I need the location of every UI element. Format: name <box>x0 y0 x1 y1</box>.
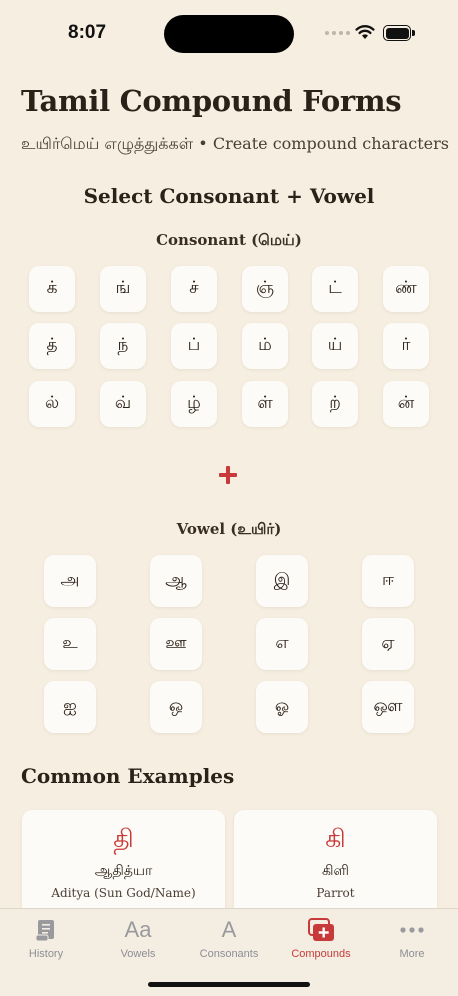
vowel-tile[interactable]: உ <box>44 618 96 670</box>
consonant-tile[interactable]: த் <box>29 323 75 369</box>
wifi-icon <box>355 25 375 39</box>
consonant-tile[interactable]: ந் <box>100 323 146 369</box>
vowel-tile[interactable]: ஈ <box>362 555 414 607</box>
dynamic-island <box>164 15 294 53</box>
stack-plus-icon <box>306 916 336 944</box>
example-meaning: Parrot <box>316 886 355 900</box>
consonant-tile[interactable]: ல் <box>29 381 75 427</box>
tab-more[interactable]: More <box>366 909 458 969</box>
consonant-tile[interactable]: ன் <box>383 381 429 427</box>
vowel-tile[interactable]: ஔ <box>362 681 414 733</box>
example-meaning: Aditya (Sun God/Name) <box>51 886 196 900</box>
tab-label: Consonants <box>199 948 259 960</box>
consonant-tile[interactable]: ங் <box>100 266 146 312</box>
consonant-label: Consonant (மெய்) <box>156 231 302 249</box>
consonant-tile[interactable]: ட் <box>312 266 358 312</box>
vowel-tile[interactable]: ஆ <box>150 555 202 607</box>
consonant-tile[interactable]: ழ் <box>171 381 217 427</box>
battery-icon <box>383 25 415 41</box>
tab-label: Vowels <box>120 948 156 960</box>
tab-compounds[interactable]: Compounds <box>275 909 367 969</box>
vowel-tile[interactable]: எ <box>256 618 308 670</box>
plus-icon <box>219 466 237 484</box>
tab-label: Compounds <box>291 948 351 960</box>
examples-title: Common Examples <box>21 764 235 788</box>
tab-label: More <box>399 948 425 960</box>
vowel-tile[interactable]: ஏ <box>362 618 414 670</box>
example-compound: கி <box>325 824 346 853</box>
consonant-tile[interactable]: வ் <box>100 381 146 427</box>
consonant-tile[interactable]: ள் <box>242 381 288 427</box>
consonant-tile[interactable]: ர் <box>383 323 429 369</box>
scroll-icon <box>33 916 59 944</box>
consonant-tile[interactable]: ய் <box>312 323 358 369</box>
tab-consonants[interactable]: A Consonants <box>183 909 275 969</box>
vowel-tile[interactable]: ஐ <box>44 681 96 733</box>
example-word: கிளி <box>322 863 349 879</box>
example-card[interactable]: கி கிளி Parrot <box>234 810 437 920</box>
page-subtitle: உயிர்மெய் எழுத்துக்கள் • Create compound… <box>21 134 449 153</box>
status-bar: 8:07 <box>0 0 458 64</box>
vowel-tile[interactable]: அ <box>44 555 96 607</box>
ellipsis-icon <box>399 916 425 944</box>
consonant-tile[interactable]: ஞ் <box>242 266 288 312</box>
tab-label: History <box>28 948 64 960</box>
consonant-tile[interactable]: ப் <box>171 323 217 369</box>
vowel-tile[interactable]: ஒ <box>150 681 202 733</box>
example-compound: தி <box>113 824 134 853</box>
selector-title: Select Consonant + Vowel <box>83 184 375 208</box>
vowel-label: Vowel (உயிர்) <box>176 520 282 538</box>
example-card[interactable]: தி ஆதித்யா Aditya (Sun God/Name) <box>22 810 225 920</box>
tab-history[interactable]: History <box>0 909 92 969</box>
consonant-tile[interactable]: ம் <box>242 323 288 369</box>
vowel-tile[interactable]: இ <box>256 555 308 607</box>
home-indicator[interactable] <box>148 982 310 987</box>
consonant-tile[interactable]: ற் <box>312 381 358 427</box>
example-word: ஆதித்யா <box>94 863 153 879</box>
cellular-signal-icon <box>325 31 350 35</box>
status-time: 8:07 <box>68 22 107 43</box>
consonant-tile[interactable]: ண் <box>383 266 429 312</box>
page-title: Tamil Compound Forms <box>21 84 402 118</box>
aa-icon: Aa <box>124 917 152 942</box>
consonant-tile[interactable]: ச் <box>171 266 217 312</box>
vowel-tile[interactable]: ஓ <box>256 681 308 733</box>
tab-vowels[interactable]: Aa Vowels <box>92 909 184 969</box>
a-icon: A <box>221 917 237 942</box>
consonant-tile[interactable]: க் <box>29 266 75 312</box>
vowel-tile[interactable]: ஊ <box>150 618 202 670</box>
